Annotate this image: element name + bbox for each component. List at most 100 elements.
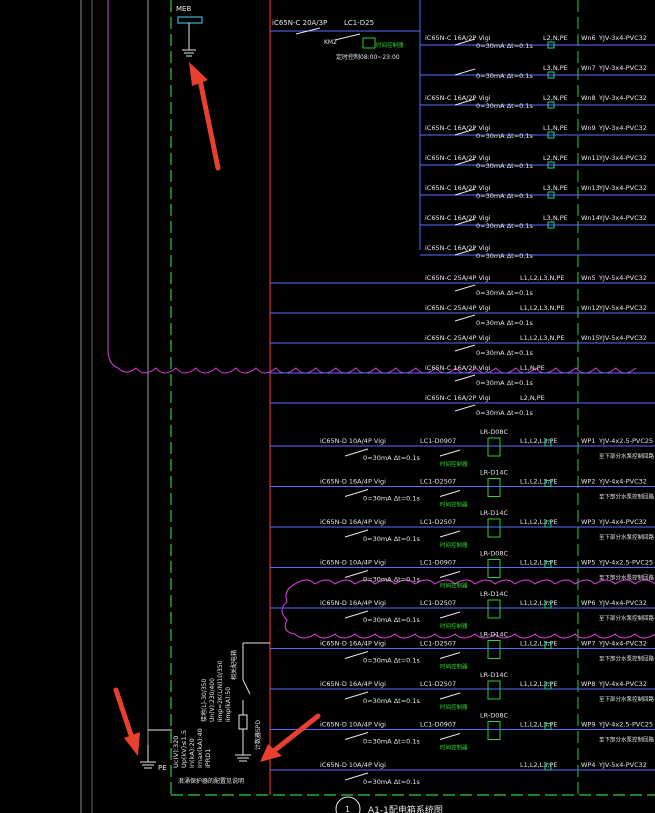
contactor-note: 时间控制器 xyxy=(440,744,468,752)
timer-text: 定时控制08:00~23:00 xyxy=(336,53,400,61)
feeder-cable: YJV-4x2.5-PVC25 xyxy=(598,437,653,445)
feeder-phase: L2,N,PE xyxy=(520,394,545,402)
feeder-breaker: iC65N-C 16A/2P Vigi xyxy=(425,154,491,162)
feeder-cable: YJV-5x4-PVC32 xyxy=(598,761,647,769)
feeder-cable: YJV-3x4-PVC32 xyxy=(598,34,647,42)
feeder-circuit: Wn8 xyxy=(581,94,596,102)
feeder-rcd: 0=30mA Δt=0.1s xyxy=(363,495,420,503)
feeder-circuit: Wn5 xyxy=(581,274,596,282)
feeder-breaker: iC65N-C 16A/2P Vigi xyxy=(425,184,491,192)
feeder-circuit: Wn12 xyxy=(581,304,600,312)
feeder-breaker: iC65N-D 10A/4P Vigi xyxy=(320,559,386,567)
feeder-rcd: 0=30mA Δt=0.1s xyxy=(476,252,533,260)
contactor-note: 时间控制器 xyxy=(440,622,468,630)
contactor-code: LC1-D25 xyxy=(344,19,374,27)
schematic-canvas: MEB iC65N-C 20A/3P LC1-D25 KM2 时间控制器 定时控… xyxy=(0,0,655,813)
feeder-cable: YJV-3x4-PVC32 xyxy=(598,64,647,72)
feeder-phase: L1,L2,L3,PE xyxy=(520,680,558,688)
feeder-relay: LR-D08C xyxy=(480,428,508,436)
feeder-breaker: iC65N-C 16A/2P Vigi xyxy=(425,364,491,372)
timer-label: 时间控制器 xyxy=(376,41,404,49)
spd-counter-label: 计数器SPD xyxy=(254,720,262,750)
feeder-phase: L3,N,PE xyxy=(543,64,568,72)
feeder-breaker: iC65N-D 16A/4P Vigi xyxy=(320,640,386,648)
feeder-cable: YJV-4x4-PVC32 xyxy=(598,640,647,648)
feeder-circuit: WP5 xyxy=(581,559,595,567)
feeder-relay: LR-D14C xyxy=(480,590,508,598)
feeder-phase: L1,L2,L3,PE xyxy=(520,721,558,729)
feeder-circuit: WP2 xyxy=(581,478,595,486)
feeder-contactor: LC1-D0907 xyxy=(420,721,456,729)
feeder-rcd: 0=30mA Δt=0.1s xyxy=(476,42,533,50)
feeder-breaker: iC65N-C 16A/2P Vigi xyxy=(425,394,491,402)
feeder-circuit: WP9 xyxy=(581,721,595,729)
feeder-note: 至下部分水泵控制回路 xyxy=(599,736,655,744)
spd-bottom-note: 浪涌保护器的配置见说明 xyxy=(178,777,244,785)
feeder-phase: L1,N,PE xyxy=(520,364,545,372)
feeder-breaker: iC65N-C 16A/2P Vigi xyxy=(425,244,491,252)
feeder-cable: YJV-3x4-PVC32 xyxy=(598,184,647,192)
feeder-cable: YJV-4x4-PVC32 xyxy=(598,518,647,526)
feeder-note: 至下部分水泵控制回路 xyxy=(599,655,655,663)
feeder-note: 至下部分水泵控制回路 xyxy=(599,452,655,460)
spd-rating: 接地(L)-30/350 xyxy=(200,679,208,722)
feeder-breaker: iC65N-D 10A/4P Vigi xyxy=(320,761,386,769)
feeder-circuit: WP8 xyxy=(581,680,595,688)
contactor-note: 时间控制器 xyxy=(440,501,468,509)
feeder-breaker: iC65N-D 10A/4P Vigi xyxy=(320,437,386,445)
spd-rating: Iimp=2K(L/N)10/350 xyxy=(217,660,224,722)
feeder-cable: YJV-5x4-PVC32 xyxy=(598,274,647,282)
feeder-phase: L1,L2,L3,PE xyxy=(520,478,558,486)
contactor-note: 时间控制器 xyxy=(440,703,468,711)
feeder-relay: LR-D14C xyxy=(480,509,508,517)
feeder-note: 至下部分水泵控制回路 xyxy=(599,695,655,703)
feeder-relay: LR-D14C xyxy=(480,671,508,679)
feeder-breaker: iC65N-C 25A/4P Vigi xyxy=(425,304,491,312)
feeder-phase: L2,N,PE xyxy=(543,154,568,162)
feeder-cable: YJV-4x2.5-PVC25 xyxy=(598,721,653,729)
feeder-rcd: 0=30mA Δt=0.1s xyxy=(476,349,533,357)
feeder-breaker: iC65N-C 16A/2P Vigi xyxy=(425,94,491,102)
feeder-circuit: WP1 xyxy=(581,437,595,445)
spd-rating-vertical: iPRD1 xyxy=(204,749,212,768)
feeder-relay: LR-D14C xyxy=(480,631,508,639)
feeder-breaker: iC65N-C 16A/2P Vigi xyxy=(425,34,491,42)
feeder-circuit: WP7 xyxy=(581,640,595,648)
feeder-breaker: iC65N-D 10A/4P Vigi xyxy=(320,721,386,729)
feeder-contactor: LC1-D0907 xyxy=(420,559,456,567)
feeder-breaker: iC65N-C 16A/2P Vigi xyxy=(425,124,491,132)
feeder-cable: YJV-5x4-PVC32 xyxy=(598,334,647,342)
spd-rating-vertical: Uc(V):320 xyxy=(172,736,180,768)
feeder-rcd: 0=30mA Δt=0.1s xyxy=(363,616,420,624)
feeder-contactor: LC1-D2507 xyxy=(420,478,456,486)
caption-title: A1-1配电箱系统图 xyxy=(368,804,443,813)
feeder-cable: YJV-3x4-PVC32 xyxy=(598,124,647,132)
feeder-circuit: Wn13 xyxy=(581,184,600,192)
feeder-rcd: 0=30mA Δt=0.1s xyxy=(476,379,533,387)
feeder-cable: YJV-3x4-PVC32 xyxy=(598,214,647,222)
meb-label: MEB xyxy=(176,5,191,13)
feeder-circuit: Wn11 xyxy=(581,154,600,162)
feeder-contactor: LC1-D0907 xyxy=(420,437,456,445)
spd-rating-vertical: Up(kV)≤1.5 xyxy=(180,730,188,768)
feeder-cable: YJV-3x4-PVC32 xyxy=(598,94,647,102)
feeder-rcd: 0=30mA Δt=0.1s xyxy=(476,72,533,80)
feeder-breaker: iC65N-C 16A/2P Vigi xyxy=(425,214,491,222)
feeder-cable: YJV-5x4-PVC32 xyxy=(598,304,647,312)
feeder-circuit: Wn6 xyxy=(581,34,596,42)
feeder-circuit: Wn9 xyxy=(581,124,596,132)
feeder-cable: YJV-3x4-PVC32 xyxy=(598,154,647,162)
feeder-contactor: LC1-D2507 xyxy=(420,599,456,607)
spd-rating: Un(V):230/400 xyxy=(209,678,216,722)
feeder-circuit: Wn7 xyxy=(581,64,596,72)
incoming-breaker-label: iC65N-C 20A/3P xyxy=(272,19,327,27)
feeder-breaker: iC65N-D 16A/4P Vigi xyxy=(320,478,386,486)
feeder-rcd: 0=30mA Δt=0.1s xyxy=(476,319,533,327)
contactor-note: 时间控制器 xyxy=(440,460,468,468)
feeder-rcd: 0=30mA Δt=0.1s xyxy=(363,778,420,786)
feeder-rcd: 0=30mA Δt=0.1s xyxy=(476,102,533,110)
feeder-relay: LR-D14C xyxy=(480,469,508,477)
feeder-circuit: Wn15 xyxy=(581,334,600,342)
background xyxy=(0,0,655,813)
feeder-rcd: 0=30mA Δt=0.1s xyxy=(363,454,420,462)
